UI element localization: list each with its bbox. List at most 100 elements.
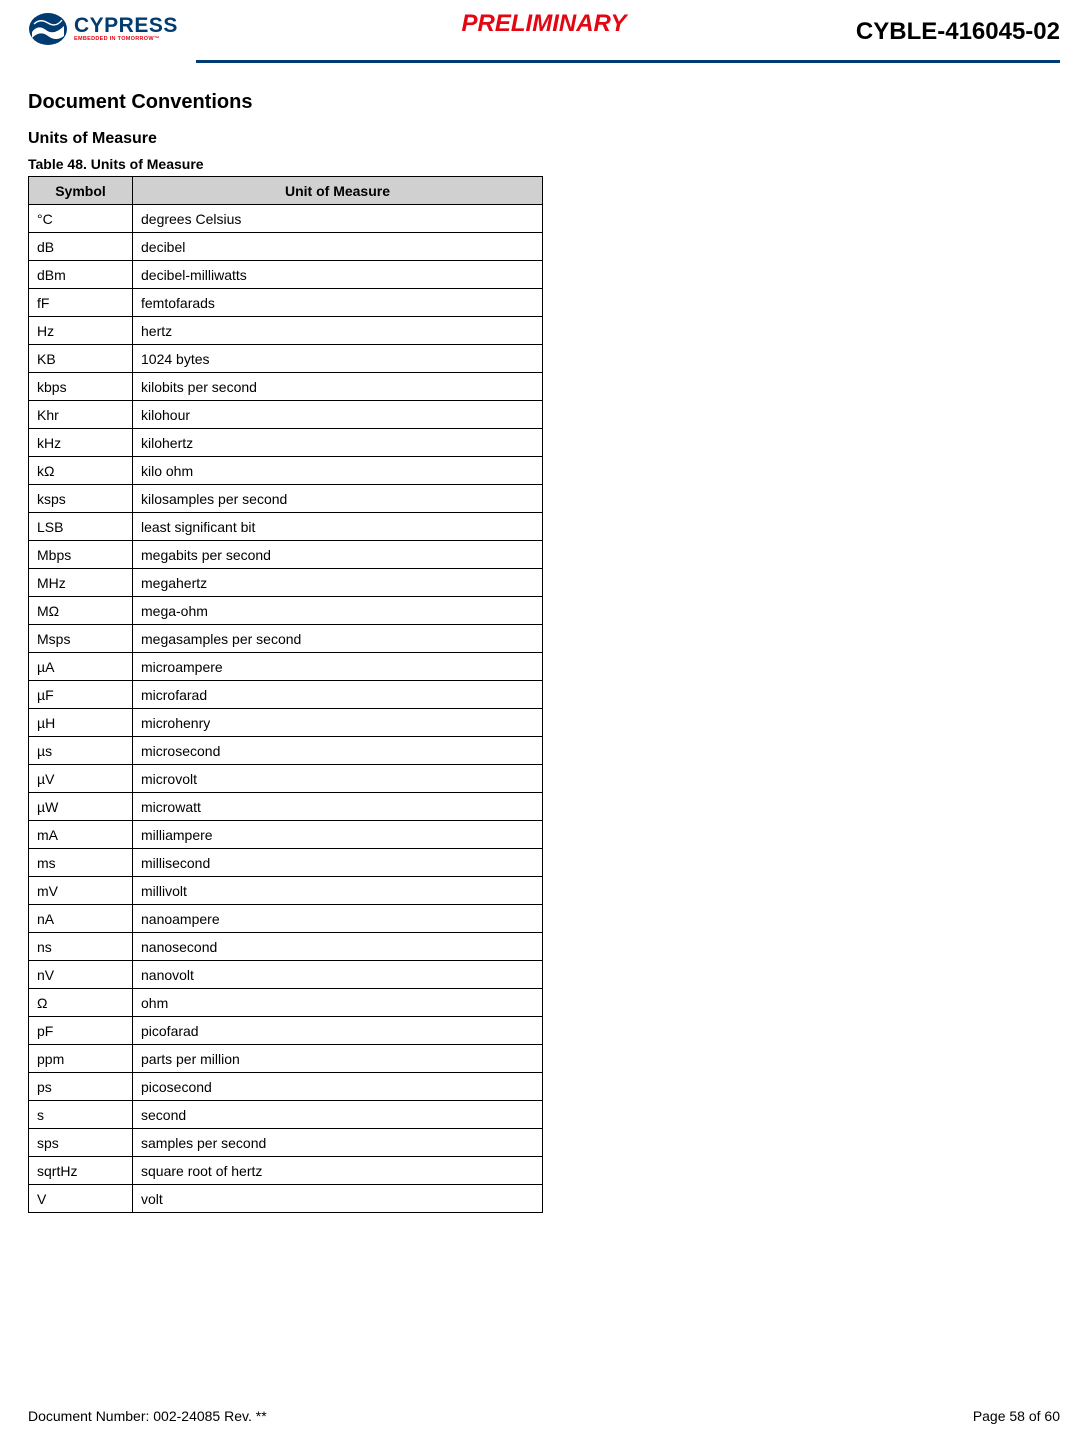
col-header-symbol: Symbol bbox=[29, 177, 133, 205]
cell-symbol: µF bbox=[29, 681, 133, 709]
cell-unit: volt bbox=[133, 1185, 543, 1213]
cell-unit: microfarad bbox=[133, 681, 543, 709]
table-row: pspicosecond bbox=[29, 1073, 543, 1101]
cell-symbol: µA bbox=[29, 653, 133, 681]
page-number: Page 58 of 60 bbox=[973, 1408, 1060, 1424]
header-rule bbox=[196, 60, 1060, 63]
cell-symbol: Mbps bbox=[29, 541, 133, 569]
table-row: µAmicroampere bbox=[29, 653, 543, 681]
logo-text: CYPRESS EMBEDDED IN TOMORROW™ bbox=[74, 15, 178, 43]
table-row: mVmillivolt bbox=[29, 877, 543, 905]
cell-symbol: MHz bbox=[29, 569, 133, 597]
subsection-title: Units of Measure bbox=[28, 130, 1060, 148]
logo-main-text: CYPRESS bbox=[74, 15, 178, 36]
cell-symbol: ns bbox=[29, 933, 133, 961]
cell-symbol: °C bbox=[29, 205, 133, 233]
cell-unit: ohm bbox=[133, 989, 543, 1017]
cell-unit: decibel-milliwatts bbox=[133, 261, 543, 289]
logo: CYPRESS EMBEDDED IN TOMORROW™ bbox=[28, 12, 178, 46]
table-row: Vvolt bbox=[29, 1185, 543, 1213]
cell-unit: parts per million bbox=[133, 1045, 543, 1073]
cell-symbol: V bbox=[29, 1185, 133, 1213]
cell-symbol: dB bbox=[29, 233, 133, 261]
cell-unit: nanovolt bbox=[133, 961, 543, 989]
units-table: Symbol Unit of Measure °Cdegrees Celsius… bbox=[28, 176, 543, 1213]
cell-symbol: dBm bbox=[29, 261, 133, 289]
table-row: fFfemtofarads bbox=[29, 289, 543, 317]
table-row: nVnanovolt bbox=[29, 961, 543, 989]
cell-symbol: MΩ bbox=[29, 597, 133, 625]
cell-unit: megasamples per second bbox=[133, 625, 543, 653]
table-row: kbpskilobits per second bbox=[29, 373, 543, 401]
cell-symbol: kHz bbox=[29, 429, 133, 457]
table-row: dBdecibel bbox=[29, 233, 543, 261]
table-row: µsmicrosecond bbox=[29, 737, 543, 765]
cell-unit: microvolt bbox=[133, 765, 543, 793]
cell-unit: millivolt bbox=[133, 877, 543, 905]
table-row: dBmdecibel-milliwatts bbox=[29, 261, 543, 289]
cell-unit: megabits per second bbox=[133, 541, 543, 569]
cell-unit: picosecond bbox=[133, 1073, 543, 1101]
table-row: mAmilliampere bbox=[29, 821, 543, 849]
cell-unit: kilobits per second bbox=[133, 373, 543, 401]
table-row: Hzhertz bbox=[29, 317, 543, 345]
part-number: CYBLE-416045-02 bbox=[856, 18, 1060, 46]
cell-unit: square root of hertz bbox=[133, 1157, 543, 1185]
section-title: Document Conventions bbox=[28, 91, 1060, 114]
cell-symbol: KB bbox=[29, 345, 133, 373]
preliminary-label: PRELIMINARY bbox=[462, 10, 627, 38]
cell-symbol: ms bbox=[29, 849, 133, 877]
table-row: sqrtHzsquare root of hertz bbox=[29, 1157, 543, 1185]
page-header: CYPRESS EMBEDDED IN TOMORROW™ PRELIMINAR… bbox=[28, 12, 1060, 58]
cell-unit: femtofarads bbox=[133, 289, 543, 317]
logo-icon bbox=[28, 12, 68, 46]
cell-symbol: kΩ bbox=[29, 457, 133, 485]
cell-symbol: ps bbox=[29, 1073, 133, 1101]
table-row: µFmicrofarad bbox=[29, 681, 543, 709]
cell-unit: decibel bbox=[133, 233, 543, 261]
cell-symbol: Hz bbox=[29, 317, 133, 345]
cell-unit: microampere bbox=[133, 653, 543, 681]
cell-symbol: µW bbox=[29, 793, 133, 821]
cell-unit: microsecond bbox=[133, 737, 543, 765]
cell-symbol: mA bbox=[29, 821, 133, 849]
table-row: ssecond bbox=[29, 1101, 543, 1129]
table-row: Mbpsmegabits per second bbox=[29, 541, 543, 569]
table-row: kspskilosamples per second bbox=[29, 485, 543, 513]
table-row: MHzmegahertz bbox=[29, 569, 543, 597]
table-header-row: Symbol Unit of Measure bbox=[29, 177, 543, 205]
table-row: msmillisecond bbox=[29, 849, 543, 877]
cell-symbol: ppm bbox=[29, 1045, 133, 1073]
table-row: µWmicrowatt bbox=[29, 793, 543, 821]
table-row: kHzkilohertz bbox=[29, 429, 543, 457]
cell-unit: hertz bbox=[133, 317, 543, 345]
cell-unit: samples per second bbox=[133, 1129, 543, 1157]
cell-unit: megahertz bbox=[133, 569, 543, 597]
cell-symbol: kbps bbox=[29, 373, 133, 401]
cell-symbol: nV bbox=[29, 961, 133, 989]
cell-symbol: Msps bbox=[29, 625, 133, 653]
page-footer: Document Number: 002-24085 Rev. ** Page … bbox=[28, 1408, 1060, 1424]
table-row: spssamples per second bbox=[29, 1129, 543, 1157]
table-row: MΩmega-ohm bbox=[29, 597, 543, 625]
table-row: kΩkilo ohm bbox=[29, 457, 543, 485]
cell-unit: kilohertz bbox=[133, 429, 543, 457]
cell-symbol: nA bbox=[29, 905, 133, 933]
cell-symbol: pF bbox=[29, 1017, 133, 1045]
cell-unit: kilo ohm bbox=[133, 457, 543, 485]
cell-unit: second bbox=[133, 1101, 543, 1129]
table-row: KB1024 bytes bbox=[29, 345, 543, 373]
cell-unit: millisecond bbox=[133, 849, 543, 877]
cell-symbol: mV bbox=[29, 877, 133, 905]
cell-symbol: sps bbox=[29, 1129, 133, 1157]
cell-unit: microhenry bbox=[133, 709, 543, 737]
cell-symbol: ksps bbox=[29, 485, 133, 513]
cell-symbol: µV bbox=[29, 765, 133, 793]
cell-unit: picofarad bbox=[133, 1017, 543, 1045]
cell-symbol: Khr bbox=[29, 401, 133, 429]
table-row: ppmparts per million bbox=[29, 1045, 543, 1073]
table-row: Mspsmegasamples per second bbox=[29, 625, 543, 653]
cell-symbol: µH bbox=[29, 709, 133, 737]
table-row: Khrkilohour bbox=[29, 401, 543, 429]
doc-number: Document Number: 002-24085 Rev. ** bbox=[28, 1408, 267, 1424]
